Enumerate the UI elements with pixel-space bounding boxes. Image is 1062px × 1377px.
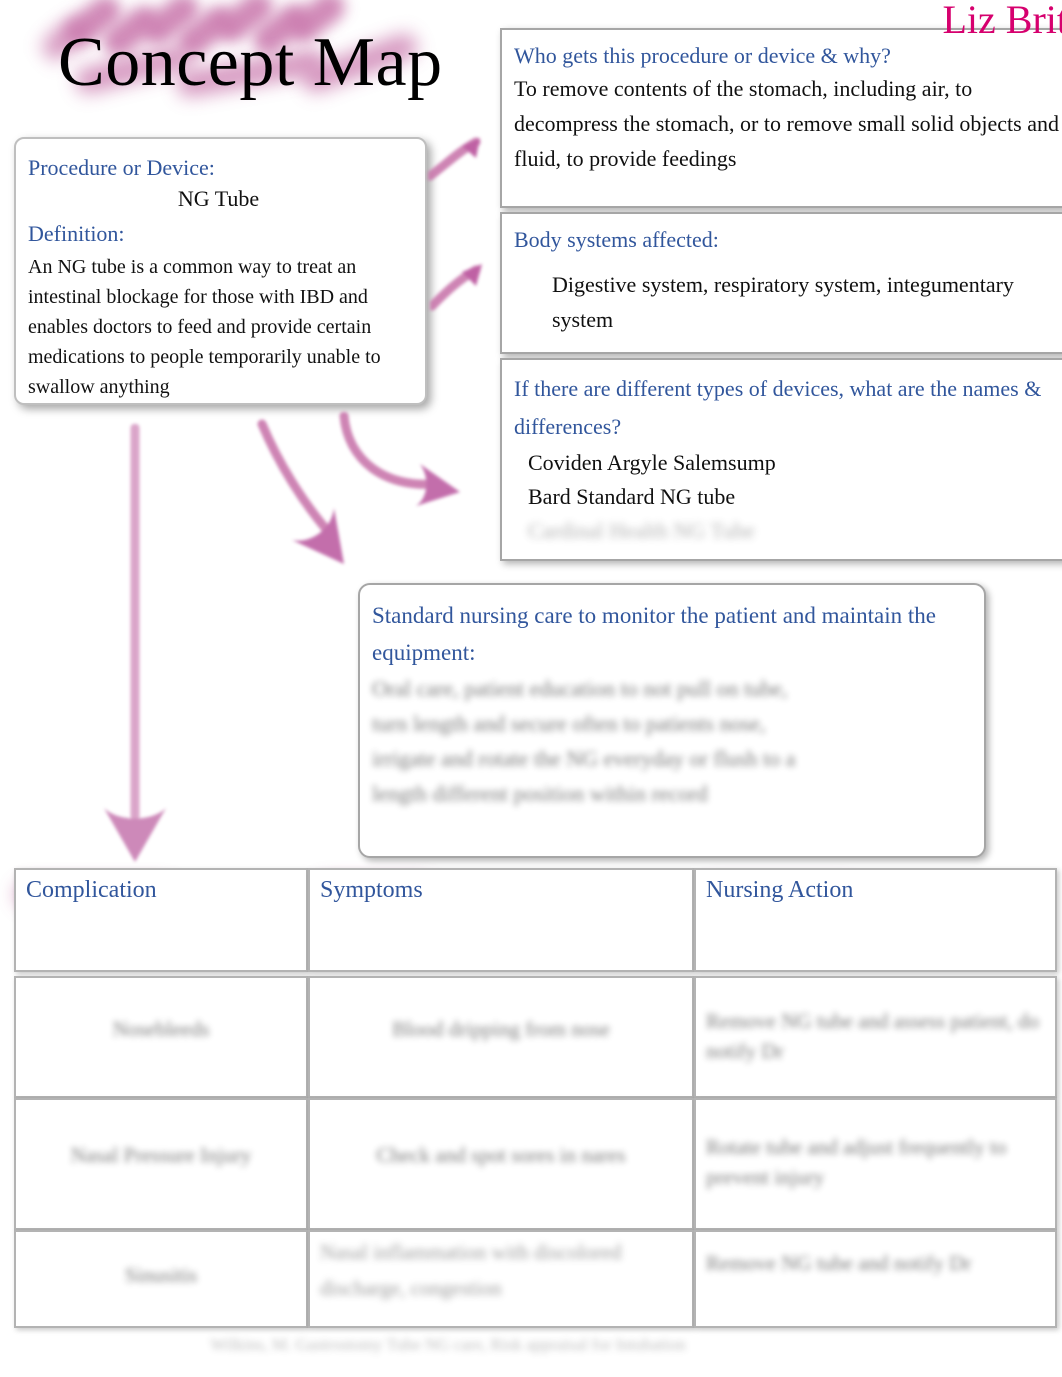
table-row: Nasal inflammation with discolored disch…	[308, 1230, 694, 1328]
device-type-item-illegible: Cardinal Health NG Tube	[528, 518, 755, 543]
nursing-care-line-4: length different position within record	[372, 781, 708, 806]
definition-label: Definition:	[28, 221, 125, 246]
table-header-label: Symptoms	[320, 877, 423, 903]
nursing-care-line-3: irrigate and rotate the NG everyday or f…	[372, 746, 796, 771]
table-row: Remove NG tube and assess patient, do no…	[694, 976, 1057, 1098]
cell-symptoms: Blood dripping from nose	[392, 1017, 610, 1041]
procedure-label: Procedure or Device:	[28, 155, 215, 180]
device-type-item-1: Coviden Argyle Salemsump	[528, 450, 776, 475]
body-systems-answer: Digestive system, respiratory system, in…	[552, 272, 1014, 332]
nursing-care-question: Standard nursing care to monitor the pat…	[372, 603, 936, 665]
table-header-cell-nursing-action: Nursing Action	[694, 868, 1057, 972]
table-row: Nosebleeds	[14, 976, 308, 1098]
arrow-curved-to-right	[339, 412, 460, 506]
device-type-item-2: Bard Standard NG tube	[528, 484, 736, 509]
table-header-label: Complication	[26, 877, 157, 903]
body-systems-box: Body systems affected: Digestive system,…	[500, 212, 1062, 354]
table-row: Sinusitis	[14, 1230, 308, 1328]
cell-nursing-action: Remove NG tube and notify Dr	[706, 1251, 972, 1275]
nursing-care-line-2: turn length and secure often to patients…	[372, 711, 766, 736]
definition-text: An NG tube is a common way to treat an i…	[28, 256, 381, 398]
cell-complication: Nosebleeds	[112, 1017, 210, 1041]
procedure-value: NG Tube	[177, 186, 260, 211]
concept-map-page: Concept Map Liz Brit Procedure or Device…	[0, 0, 1062, 1377]
author-name: Liz Brit	[942, 0, 1062, 42]
table-header-cell-symptoms: Symptoms	[308, 868, 694, 972]
device-types-box: If there are different types of devices,…	[500, 358, 1062, 561]
page-title: Concept Map	[58, 24, 443, 101]
table-row: Check and spot sores in nares	[308, 1098, 694, 1230]
table-row: Blood dripping from nose	[308, 976, 694, 1098]
who-answer: To remove contents of the stomach, inclu…	[514, 76, 1059, 171]
cell-complication: Nasal Pressure Injury	[70, 1143, 252, 1167]
cell-nursing-action: Rotate tube and adjust frequently to pre…	[706, 1135, 1007, 1189]
arrow-to-who-box	[428, 137, 481, 181]
procedure-definition-card: Procedure or Device: NG Tube Definition:…	[14, 137, 427, 405]
arrow-long-vertical-down	[104, 424, 166, 862]
arrow-to-body-systems-box	[430, 264, 482, 311]
table-row: Rotate tube and adjust frequently to pre…	[694, 1098, 1057, 1230]
body-systems-question: Body systems affected:	[514, 227, 719, 252]
cell-symptoms: Nasal inflammation with discolored disch…	[320, 1240, 622, 1300]
complications-table: Complication Symptoms Nursing Action Nos…	[14, 868, 1057, 1330]
table-header-label: Nursing Action	[706, 877, 854, 903]
device-types-question: If there are different types of devices,…	[514, 376, 1042, 439]
table-row: Remove NG tube and notify Dr	[694, 1230, 1057, 1328]
arrow-diagonal-down-right	[257, 419, 344, 564]
nursing-care-box: Standard nursing care to monitor the pat…	[358, 583, 986, 858]
cell-symptoms: Check and spot sores in nares	[376, 1143, 626, 1167]
table-header-cell-complication: Complication	[14, 868, 308, 972]
table-row: Nasal Pressure Injury	[14, 1098, 308, 1230]
who-gets-procedure-box: Who gets this procedure or device & why?…	[500, 28, 1062, 208]
nursing-care-line-1: Oral care, patient education to not pull…	[372, 676, 788, 701]
footer-citation: Wilkins, M. Gastrostomy Tube NG care, Ri…	[210, 1335, 686, 1354]
cell-nursing-action: Remove NG tube and assess patient, do no…	[706, 1009, 1040, 1063]
cell-complication: Sinusitis	[124, 1263, 198, 1287]
who-question: Who gets this procedure or device & why?	[514, 43, 891, 68]
